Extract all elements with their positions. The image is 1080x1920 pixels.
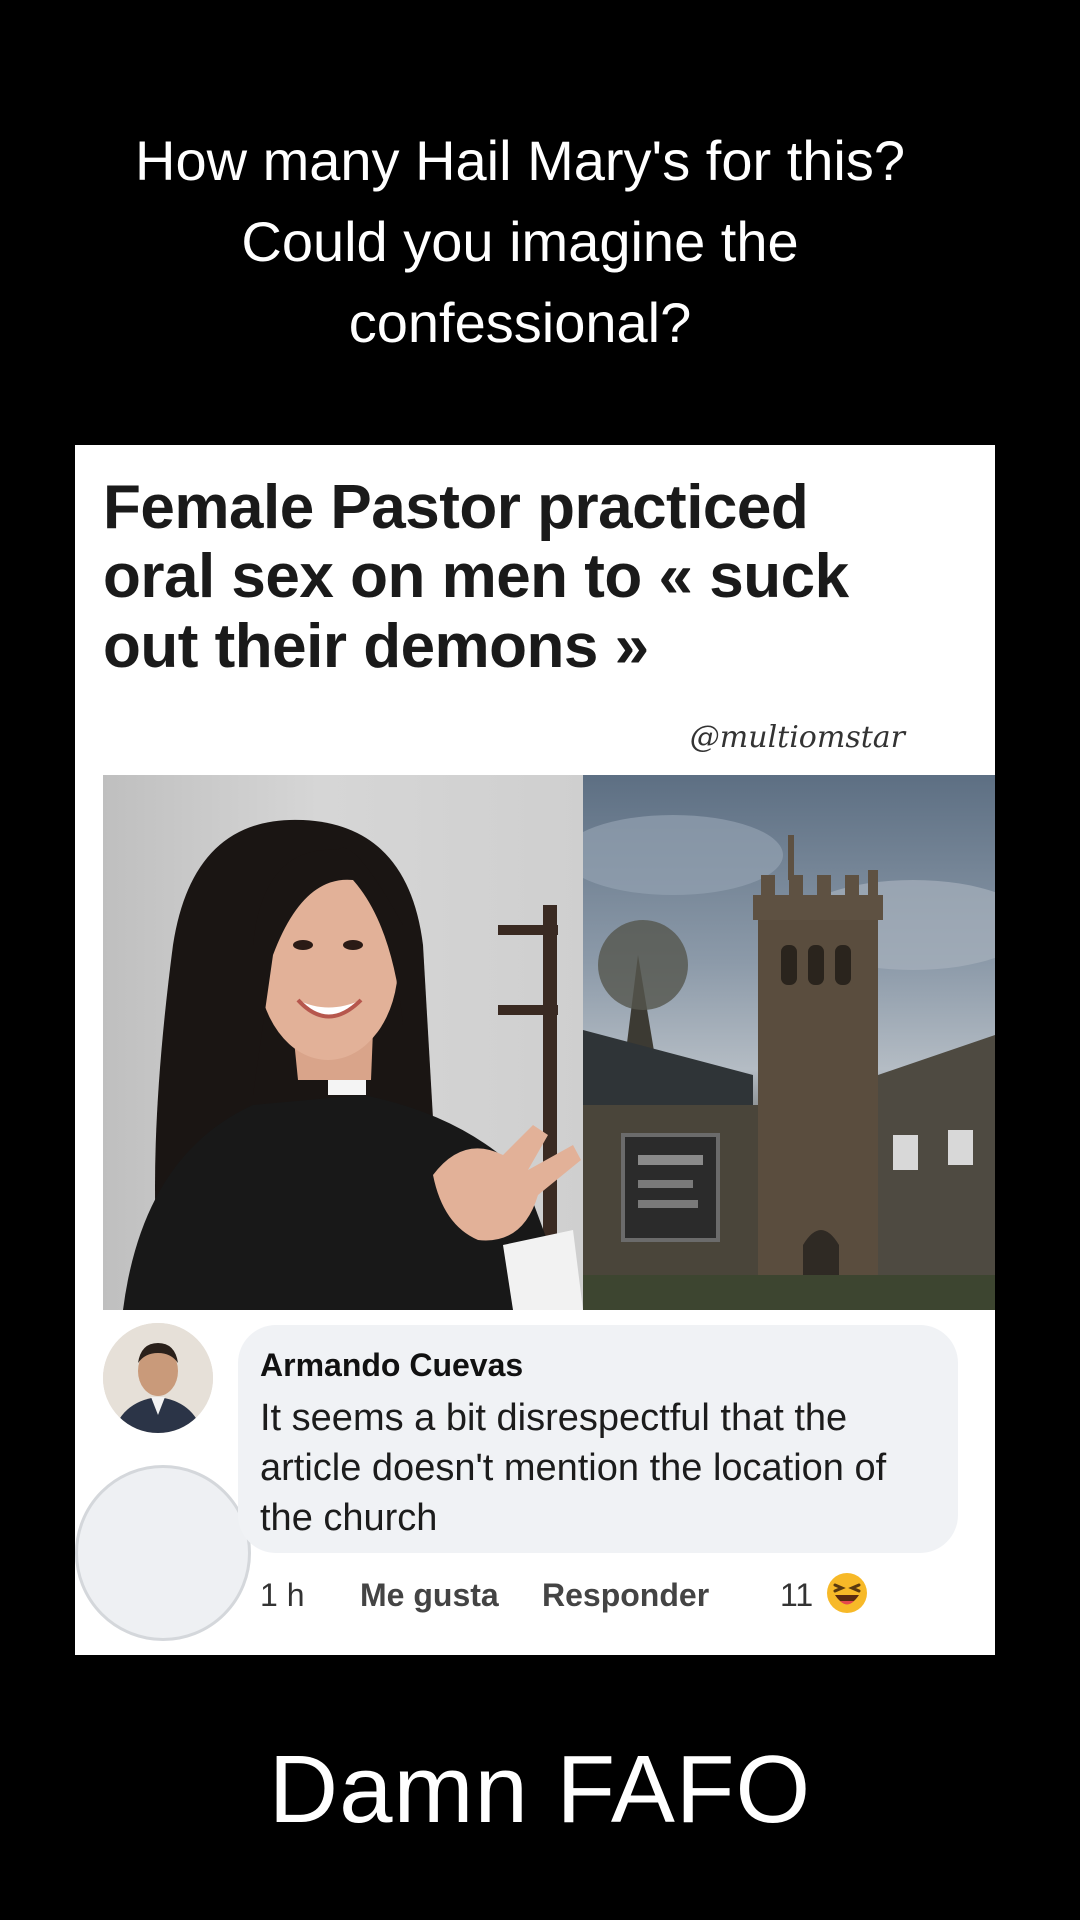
comment-timestamp: 1 h (260, 1577, 305, 1613)
post-screenshot-card: Female Pastor practiced oral sex on men … (75, 445, 995, 1655)
top-caption-line-1: How many Hail Mary's for this? (135, 129, 905, 192)
watermark: @multiomstar (689, 720, 905, 755)
reply-button[interactable]: Responder (542, 1577, 709, 1614)
top-caption-line-3: confessional? (348, 291, 692, 355)
headline-line-1: Female Pastor practiced (103, 473, 809, 542)
comment-author[interactable]: Armando Cuevas (260, 1347, 523, 1384)
comment-text: It seems a bit disrespectful that the ar… (260, 1397, 887, 1540)
comment-bubble: Armando Cuevas It seems a bit disrespect… (238, 1325, 958, 1553)
like-button[interactable]: Me gusta (360, 1577, 499, 1614)
article-photos (103, 775, 995, 1310)
headline-line-2: oral sex on men to « suck (103, 542, 849, 612)
comment-section: Armando Cuevas It seems a bit disrespect… (75, 1315, 995, 1655)
headline-line-3: out their demons » (103, 611, 649, 681)
pastor-photo (103, 775, 583, 1310)
top-caption-line-2: Could you imagine the (241, 210, 799, 274)
reaction-count[interactable]: 11 (780, 1577, 813, 1614)
avatar[interactable] (103, 1323, 213, 1433)
overlay-circle (75, 1465, 251, 1641)
church-photo (583, 775, 995, 1310)
article-headline: Female Pastor practiced oral sex on men … (103, 473, 963, 681)
bottom-caption: Damn FAFO (268, 1736, 812, 1843)
laughing-emoji-icon[interactable] (825, 1571, 869, 1615)
comment-actions: 1 h Me gusta Responder 11 (260, 1573, 980, 1627)
top-caption: How many Hail Mary's for this? Could you… (20, 120, 1020, 364)
